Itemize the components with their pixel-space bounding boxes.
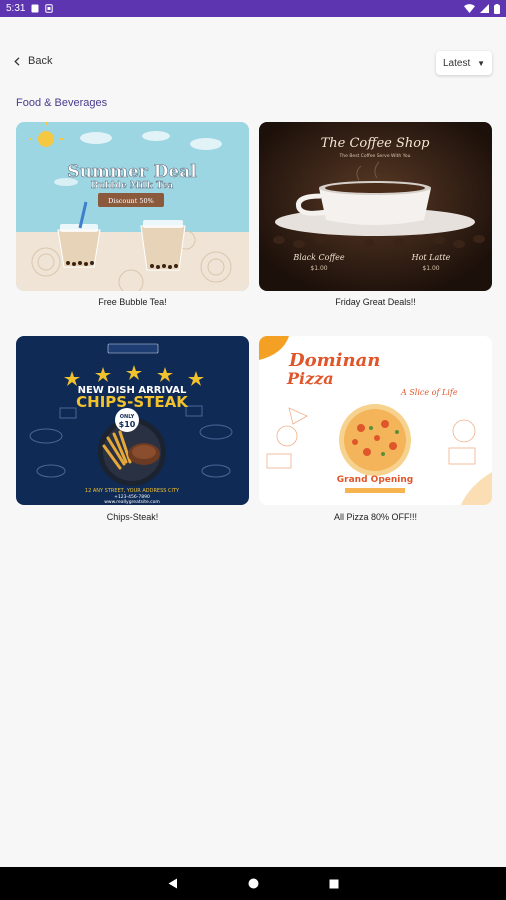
card-caption: Free Bubble Tea!: [98, 297, 167, 307]
coffee-item1-price: $1.00: [310, 265, 327, 272]
top-bar: Back Latest ▼: [0, 50, 506, 76]
bubble-tea-poster-subtitle: Bubble Milk Tea: [91, 181, 174, 191]
system-nav-bar: [0, 867, 506, 900]
square-recents-icon[interactable]: [329, 879, 339, 889]
steak-poster-badge-price: $10: [119, 420, 136, 429]
sim-card-icon: [45, 4, 54, 13]
caret-down-icon: ▼: [477, 58, 485, 68]
card-caption: Chips-Steak!: [106, 512, 159, 522]
chips-steak-poster-image: NEW DISH ARRIVAL CHIPS-STEAK ONLY $10 12…: [16, 336, 249, 505]
bubble-tea-poster-tag: Discount 50%: [108, 197, 154, 205]
pizza-poster-title-line2: Pizza: [286, 369, 334, 388]
signal-icon: [480, 4, 489, 13]
steak-poster-address: 12 ANY STREET, YOUR ADDRESS CITY: [85, 488, 180, 494]
coffee-item2-price: $1.00: [422, 265, 439, 272]
battery-icon: [494, 3, 500, 14]
chevron-left-icon: [14, 56, 20, 66]
coffee-item1-name: Black Coffee: [292, 253, 344, 262]
coffee-shop-poster-image: The Coffee Shop The Best Coffee Serve Wi…: [259, 122, 492, 291]
notification-icon: [31, 4, 39, 13]
status-time: 5:31: [6, 3, 26, 14]
steak-poster-title: CHIPS-STEAK: [76, 393, 189, 411]
pizza-poster-image: Dominan Pizza A Slice of Life Grand Open…: [259, 336, 492, 505]
triangle-back-icon[interactable]: [168, 878, 178, 889]
wifi-icon: [464, 4, 475, 13]
coffee-poster-title: The Coffee Shop: [321, 136, 430, 151]
promo-card-pizza[interactable]: Dominan Pizza A Slice of Life Grand Open…: [259, 336, 492, 505]
coffee-poster-tagline: The Best Coffee Serve With You: [339, 153, 411, 159]
bubble-tea-poster-image: Summer Deal Bubble Milk Tea Discount 50%: [16, 122, 249, 291]
promo-card-coffee-shop[interactable]: The Coffee Shop The Best Coffee Serve Wi…: [259, 122, 492, 291]
sort-dropdown[interactable]: Latest ▼: [436, 51, 492, 75]
back-label: Back: [28, 55, 53, 67]
coffee-item2-name: Hot Latte: [411, 253, 451, 262]
status-bar: 5:31: [0, 0, 506, 17]
pizza-poster-tagline: A Slice of Life: [400, 388, 458, 397]
circle-home-icon[interactable]: [248, 878, 259, 889]
steak-poster-web: www.reallygreatsite.com: [104, 499, 160, 505]
pizza-poster-title-line1: Dominan: [288, 350, 380, 371]
back-button[interactable]: Back: [14, 55, 52, 67]
promo-card-chips-steak[interactable]: NEW DISH ARRIVAL CHIPS-STEAK ONLY $10 12…: [16, 336, 249, 505]
promo-card-bubble-tea[interactable]: Summer Deal Bubble Milk Tea Discount 50%: [16, 122, 249, 291]
card-caption: Friday Great Deals!!: [335, 297, 416, 307]
bubble-tea-poster-title: Summer Deal: [67, 162, 197, 182]
sort-value: Latest: [443, 57, 471, 69]
card-caption: All Pizza 80% OFF!!!: [333, 512, 418, 522]
section-title: Food & Beverages: [16, 97, 108, 109]
pizza-poster-event: Grand Opening: [337, 475, 413, 485]
